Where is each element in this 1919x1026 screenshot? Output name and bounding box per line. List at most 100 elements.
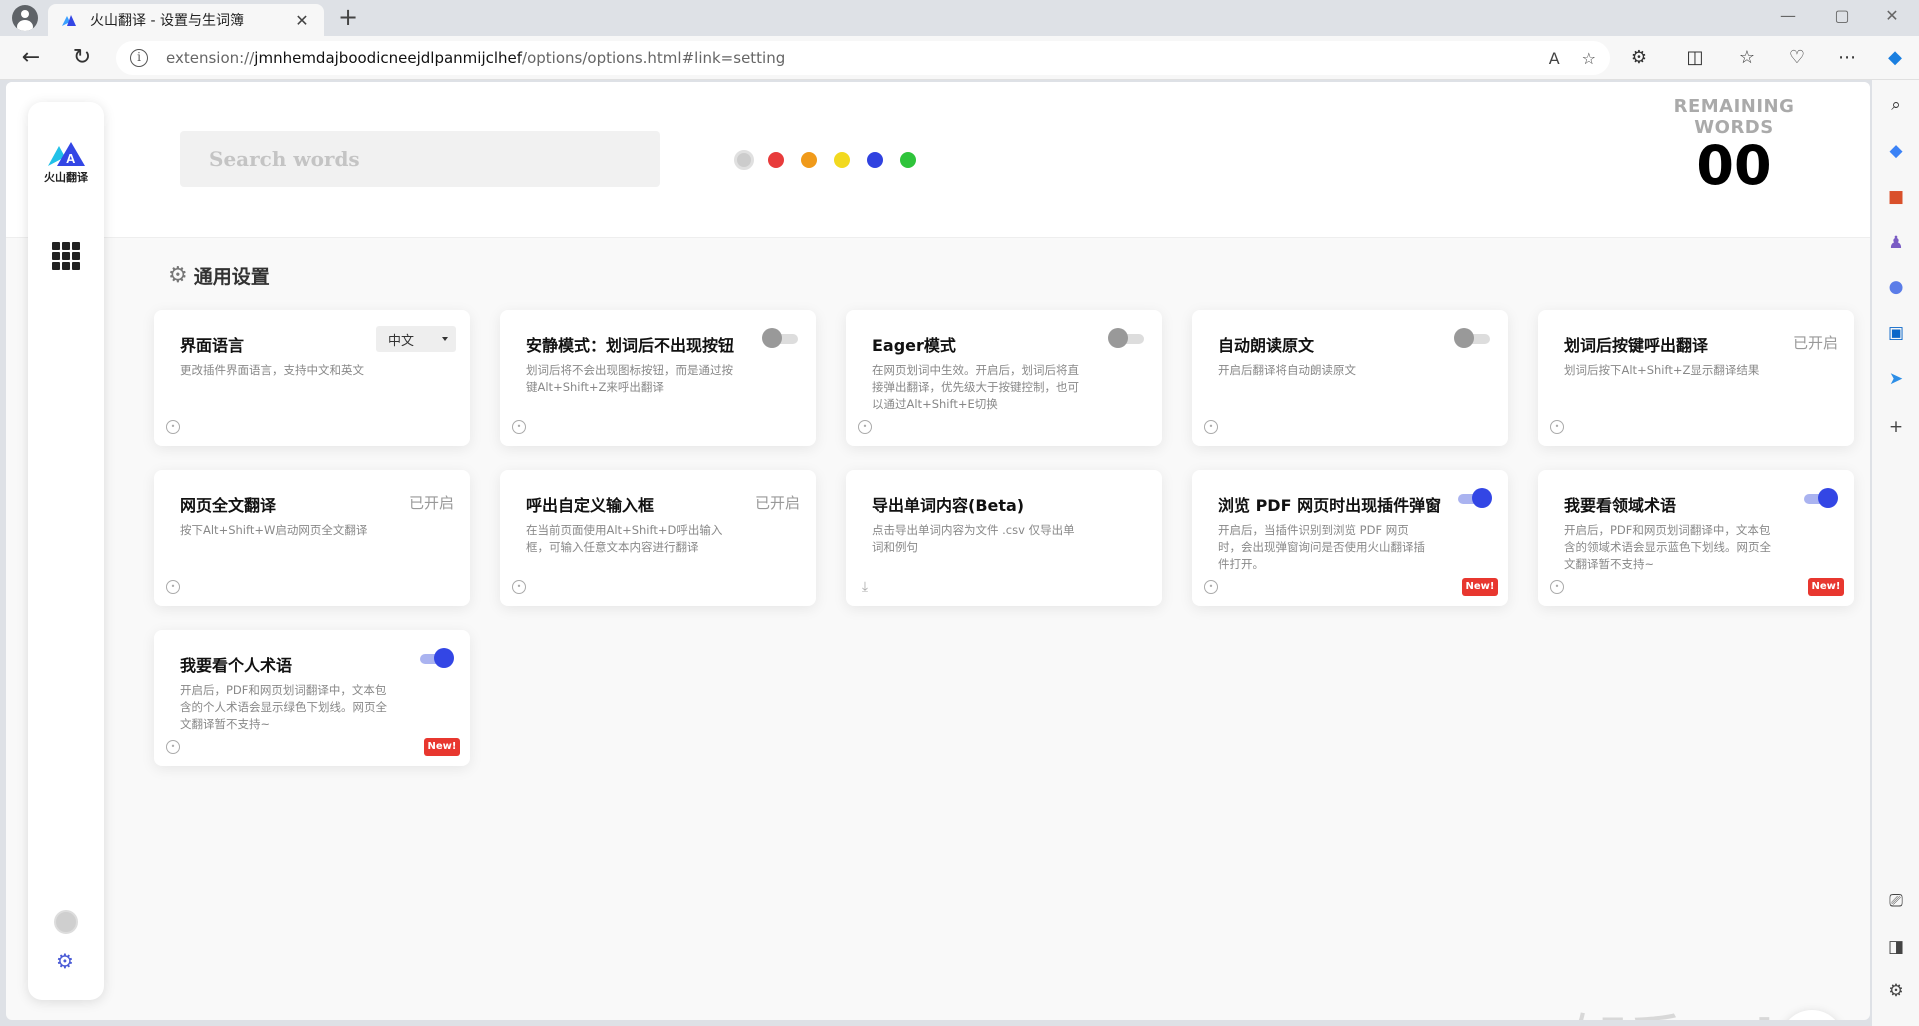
info-icon[interactable]: •	[512, 580, 526, 594]
card-title: 我要看领域术语	[1564, 496, 1677, 515]
new-tab-button[interactable]: +	[334, 4, 362, 32]
setting-card-auto-read: 自动朗读原文 开启后翻译将自动朗读原文 •	[1192, 310, 1508, 446]
card-desc: 开启后，当插件识别到浏览 PDF 网页时，会出现弹窗询问是否使用火山翻译插件打开…	[1218, 523, 1425, 571]
setting-card-custom-input: 呼出自定义输入框 已开启 在当前页面使用Alt+Shift+D呼出输入框，可输入…	[500, 470, 816, 606]
games-icon[interactable]: ♟	[1884, 232, 1908, 254]
send-icon[interactable]: ➤	[1884, 368, 1908, 390]
tab-close-icon[interactable]: ✕	[292, 11, 312, 30]
info-icon[interactable]: •	[858, 420, 872, 434]
search-words-input[interactable]	[180, 131, 660, 187]
info-icon[interactable]: •	[166, 420, 180, 434]
quiet-mode-toggle[interactable]	[762, 328, 800, 348]
card-title: 呼出自定义输入框	[526, 496, 655, 515]
auto-read-toggle[interactable]	[1454, 328, 1492, 348]
extensions-icon[interactable]: ⚙	[1626, 46, 1652, 70]
info-icon[interactable]: •	[166, 740, 180, 754]
setting-card-hotkey-translate: 划词后按键呼出翻译 已开启 划词后按下Alt+Shift+Z显示翻译结果 •	[1538, 310, 1854, 446]
hide-sidebar-icon[interactable]: ◨	[1884, 936, 1908, 958]
new-badge: New!	[1462, 578, 1498, 596]
minimize-button[interactable]: —	[1768, 6, 1808, 25]
edge-sidebar: ⌕ ◆ ■ ♟ ● ▣ ➤ + ⎚ ◨ ⚙	[1872, 80, 1919, 1026]
remaining-words-label: REMAINING WORDS	[1673, 96, 1795, 138]
section-title: 通用设置	[193, 266, 270, 288]
card-desc: 划词后按下Alt+Shift+Z显示翻译结果	[1564, 363, 1760, 377]
tab-title: 火山翻译 - 设置与生词簿	[90, 13, 244, 29]
browser-essentials-icon[interactable]: ♡	[1784, 46, 1810, 70]
add-sidebar-icon[interactable]: +	[1884, 416, 1908, 438]
color-filter-yellow[interactable]	[834, 152, 850, 168]
profile-icon[interactable]	[10, 4, 40, 32]
favorite-star-icon[interactable]: ☆	[1582, 49, 1596, 68]
back-arrow-icon[interactable]: ←	[17, 44, 45, 72]
avatar[interactable]	[54, 910, 78, 934]
url-text: extension://jmnhemdajboodicneejdlpanmijc…	[166, 49, 786, 67]
card-title: 网页全文翻译	[180, 496, 277, 515]
read-aloud-icon[interactable]: A	[1549, 49, 1560, 68]
color-filter-blue[interactable]	[867, 152, 883, 168]
split-screen-icon[interactable]: ◫	[1682, 46, 1708, 70]
info-icon[interactable]: •	[1550, 420, 1564, 434]
color-filter-gray[interactable]	[734, 150, 754, 170]
status-label: 已开启	[754, 494, 800, 512]
card-desc: 点击导出单词内容为文件 .csv 仅导出单词和例句	[872, 523, 1075, 554]
screenshot-icon[interactable]: ⎚	[1884, 890, 1908, 912]
card-desc: 在网页划词中生效。开启后，划词后将直接弹出翻译，优先级大于按键控制，也可以通过A…	[872, 363, 1079, 411]
site-info-icon[interactable]: i	[130, 49, 148, 67]
card-title: 安静模式：划词后不出现按钮	[526, 336, 735, 355]
setting-card-full-page-translate: 网页全文翻译 已开启 按下Alt+Shift+W启动网页全文翻译 •	[154, 470, 470, 606]
card-desc: 开启后翻译将自动朗读原文	[1218, 363, 1356, 377]
setting-card-eager-mode: Eager模式 在网页划词中生效。开启后，划词后将直接弹出翻译，优先级大于按键控…	[846, 310, 1162, 446]
color-filter-red[interactable]	[768, 152, 784, 168]
card-desc: 划词后将不会出现图标按钮，而是通过按键Alt+Shift+Z来呼出翻译	[526, 363, 733, 394]
browser-toolbar: ← ↻ i extension://jmnhemdajboodicneejdlp…	[0, 36, 1919, 80]
shopping-tag-icon[interactable]: ◆	[1884, 140, 1908, 162]
browser-tab[interactable]: 火山翻译 - 设置与生词簿 ✕	[48, 4, 324, 36]
search-icon[interactable]: ⌕	[1884, 94, 1908, 116]
reload-icon[interactable]: ↻	[68, 44, 96, 72]
setting-card-pdf-popup: 浏览 PDF 网页时出现插件弹窗 开启后，当插件识别到浏览 PDF 网页时，会出…	[1192, 470, 1508, 606]
setting-card-export-words[interactable]: 导出单词内容(Beta) 点击导出单词内容为文件 .csv 仅导出单词和例句 ⤓	[846, 470, 1162, 606]
maximize-button[interactable]: ▢	[1822, 6, 1862, 25]
card-title: 浏览 PDF 网页时出现插件弹窗	[1218, 496, 1442, 515]
language-select[interactable]: 中文	[376, 326, 456, 352]
download-icon[interactable]: ⤓	[858, 580, 872, 594]
section-header: ⚙ 通用设置	[168, 262, 270, 289]
eager-mode-toggle[interactable]	[1108, 328, 1146, 348]
info-icon[interactable]: •	[1550, 580, 1564, 594]
card-title: 界面语言	[180, 336, 245, 355]
card-title: 我要看个人术语	[180, 656, 293, 675]
info-icon[interactable]: •	[1204, 580, 1218, 594]
info-icon[interactable]: •	[166, 580, 180, 594]
sidebar-settings-icon[interactable]: ⚙	[1884, 980, 1908, 1002]
setting-card-personal-terms: 我要看个人术语 开启后，PDF和网页划词翻译中，文本包含的个人术语会显示绿色下划…	[154, 630, 470, 766]
setting-card-quiet-mode: 安静模式：划词后不出现按钮 划词后将不会出现图标按钮，而是通过按键Alt+Shi…	[500, 310, 816, 446]
card-title: 自动朗读原文	[1218, 336, 1315, 355]
settings-gear-icon[interactable]: ⚙	[52, 948, 78, 974]
volcano-favicon-icon	[62, 15, 76, 26]
color-filter-green[interactable]	[900, 152, 916, 168]
card-title: 划词后按键呼出翻译	[1564, 336, 1709, 355]
toolbox-icon[interactable]: ■	[1884, 186, 1908, 208]
close-window-button[interactable]: ✕	[1872, 6, 1912, 25]
personal-terms-toggle[interactable]	[416, 648, 454, 668]
apps-grid-icon[interactable]	[52, 242, 80, 270]
microsoft-365-icon[interactable]: ●	[1884, 276, 1908, 298]
status-label: 已开启	[408, 494, 454, 512]
new-badge: New!	[424, 738, 460, 756]
outlook-icon[interactable]: ▣	[1884, 322, 1908, 344]
options-page: REMAINING WORDS 00 A 火山翻译 ⚙ ⚙ 通用设置 界面语言 …	[6, 82, 1870, 1020]
color-filter-orange[interactable]	[801, 152, 817, 168]
address-bar[interactable]: i extension://jmnhemdajboodicneejdlpanmi…	[116, 41, 1610, 75]
pdf-popup-toggle[interactable]	[1454, 488, 1492, 508]
setting-card-interface-language: 界面语言 中文 更改插件界面语言，支持中文和英文 •	[154, 310, 470, 446]
more-menu-icon[interactable]: ⋯	[1834, 46, 1860, 70]
domain-terms-toggle[interactable]	[1800, 488, 1838, 508]
info-icon[interactable]: •	[1204, 420, 1218, 434]
card-title: Eager模式	[872, 336, 956, 355]
setting-card-domain-terms: 我要看领域术语 开启后，PDF和网页划词翻译中，文本包含的领域术语会显示蓝色下划…	[1538, 470, 1854, 606]
card-desc: 开启后，PDF和网页划词翻译中，文本包含的领域术语会显示蓝色下划线。网页全文翻译…	[1564, 523, 1771, 571]
page-header: REMAINING WORDS 00	[6, 82, 1870, 238]
copilot-icon[interactable]: ◆	[1882, 46, 1908, 70]
favorites-icon[interactable]: ☆	[1734, 46, 1760, 70]
info-icon[interactable]: •	[512, 420, 526, 434]
